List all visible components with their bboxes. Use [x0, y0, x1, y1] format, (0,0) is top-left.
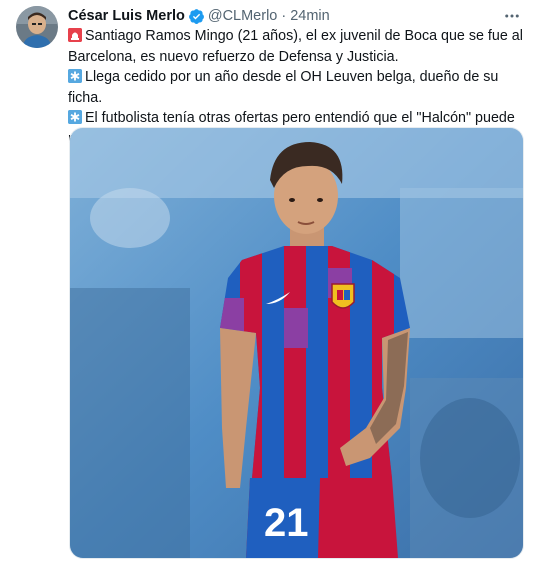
tweet[interactable]: César Luis Merlo @CLMerlo · 24min Santia…	[0, 0, 542, 570]
tweet-timestamp[interactable]: 24min	[290, 8, 330, 24]
more-options-icon[interactable]	[502, 6, 522, 26]
siren-icon	[68, 28, 82, 42]
tweet-photo[interactable]: 21	[69, 127, 524, 559]
tweet-line: Santiago Ramos Mingo (21 años), el ex ju…	[68, 26, 524, 67]
avatar[interactable]	[16, 6, 58, 48]
jersey-number: 21	[264, 501, 309, 545]
asterisk-icon	[68, 110, 82, 124]
tweet-line-text: Llega cedido por un año desde el OH Leuv…	[68, 69, 499, 106]
tweet-line: Llega cedido por un año desde el OH Leuv…	[68, 67, 524, 108]
verified-badge-icon	[188, 8, 205, 25]
tweet-header: César Luis Merlo @CLMerlo · 24min	[68, 6, 330, 26]
football-player-photo: 21	[70, 128, 523, 558]
separator-dot: ·	[281, 8, 287, 24]
author-name[interactable]: César Luis Merlo	[68, 8, 185, 24]
author-handle[interactable]: @CLMerlo	[208, 8, 278, 24]
tweet-line-text: Santiago Ramos Mingo (21 años), el ex ju…	[68, 28, 523, 65]
asterisk-icon	[68, 69, 82, 83]
